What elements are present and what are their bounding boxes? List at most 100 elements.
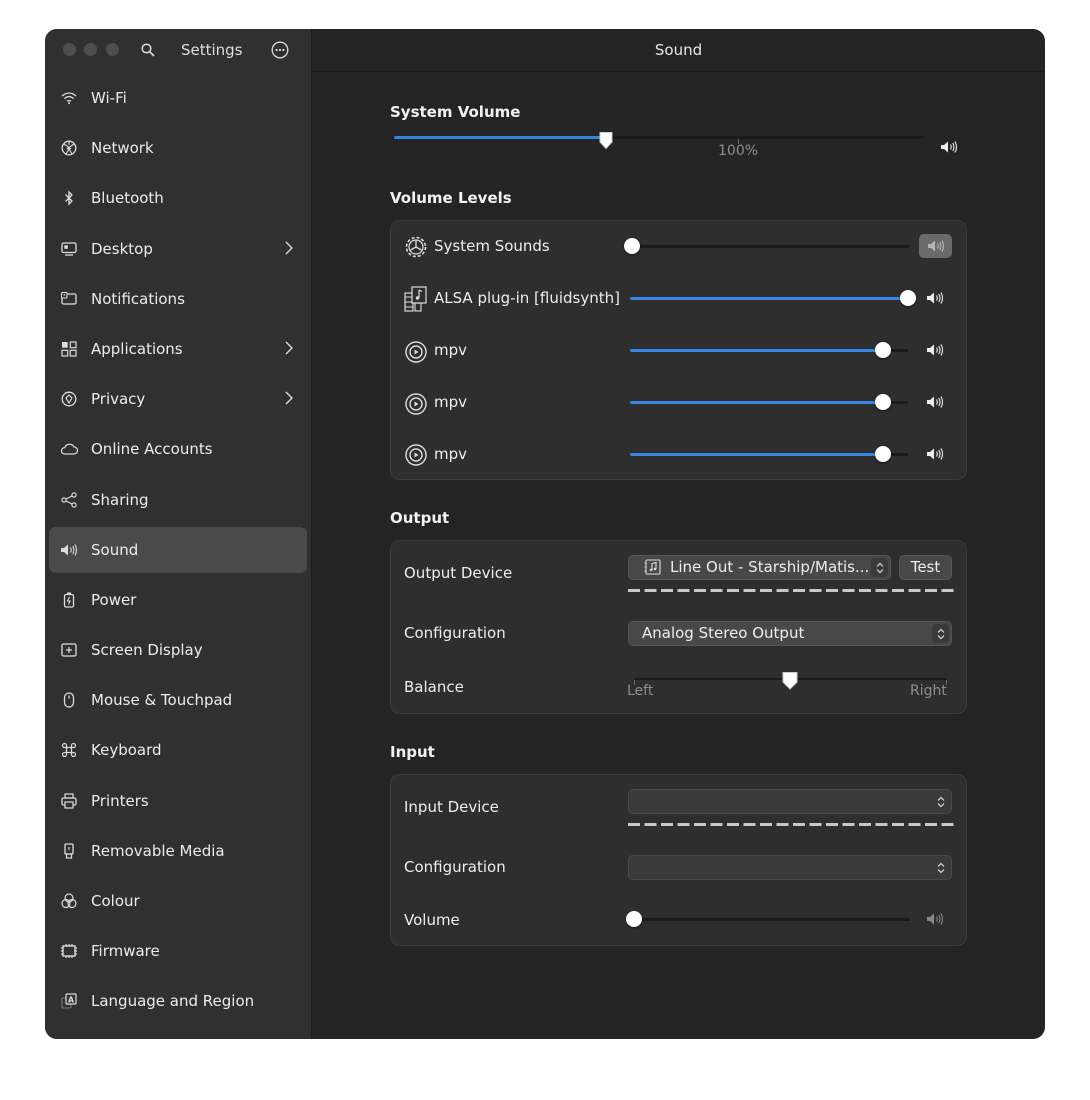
stream-volume-slider[interactable] (624, 238, 910, 254)
stream-volume-fill (630, 349, 883, 352)
test-output-button[interactable]: Test (899, 555, 952, 580)
sidebar-item-privacy[interactable]: Privacy (49, 376, 307, 422)
sidebar-item-label: Online Accounts (91, 440, 213, 459)
output-configuration-select[interactable]: Analog Stereo Output (628, 621, 952, 646)
input-level-meter (628, 823, 954, 826)
stream-volume-knob[interactable] (624, 238, 640, 254)
sidebar-item-label: Firmware (91, 942, 160, 961)
sidebar-item-colour[interactable]: Colour (49, 878, 307, 924)
stream-row: ALSA plug-in [fluidsynth] (391, 273, 966, 325)
sidebar-item-removable-media[interactable]: Removable Media (49, 828, 307, 874)
stream-volume-fill (630, 401, 883, 404)
sidebar-item-power[interactable]: Power (49, 577, 307, 623)
input-device-select[interactable] (628, 789, 952, 814)
sidebar-item-notifications[interactable]: Notifications (49, 276, 307, 322)
sidebar-item-mouse-touchpad[interactable]: Mouse & Touchpad (49, 677, 307, 723)
sidebar: Settings Wi-Fi Network Bluetooth Desktop (45, 29, 312, 1039)
sidebar-item-label: Power (91, 590, 137, 609)
wifi-icon (58, 87, 80, 109)
header-bar: Sound (312, 29, 1045, 72)
privacy-icon (58, 388, 80, 410)
sidebar-item-label: Mouse & Touchpad (91, 691, 233, 710)
input-speaker-icon[interactable] (925, 911, 945, 927)
input-card: Input Device Configuration Volume (390, 774, 967, 946)
stream-volume-knob[interactable] (900, 290, 916, 306)
speaker-icon (58, 539, 80, 561)
search-icon[interactable] (138, 40, 158, 60)
system-volume-slider[interactable] (394, 136, 924, 139)
stream-volume-slider[interactable] (630, 290, 916, 306)
maximize-window-button[interactable] (106, 43, 119, 56)
input-configuration-select[interactable] (628, 855, 952, 880)
sidebar-item-online-accounts[interactable]: Online Accounts (49, 426, 307, 472)
notifications-icon (58, 288, 80, 310)
close-window-button[interactable] (63, 43, 76, 56)
multimedia-icon (404, 286, 428, 312)
network-icon (58, 137, 80, 159)
input-configuration-label: Configuration (404, 858, 506, 876)
stream-volume-slider[interactable] (630, 342, 908, 358)
stream-volume-knob[interactable] (874, 446, 891, 462)
stream-name: mpv (434, 341, 468, 359)
sidebar-item-label: Bluetooth (91, 189, 164, 208)
sidebar-item-applications[interactable]: Applications (49, 326, 307, 372)
minimize-window-button[interactable] (84, 43, 97, 56)
select-arrows-icon (871, 558, 888, 577)
stream-volume-fill (630, 297, 908, 300)
sidebar-item-wifi[interactable]: Wi-Fi (49, 75, 307, 121)
sidebar-item-label: Notifications (91, 289, 185, 308)
sidebar-item-desktop[interactable]: Desktop (49, 226, 307, 272)
keyboard-icon (58, 739, 80, 761)
output-device-select[interactable]: Line Out - Starship/Matis... (628, 555, 891, 580)
input-volume-knob[interactable] (626, 911, 642, 927)
mpv-icon (405, 444, 427, 466)
sidebar-item-language-region[interactable]: A Language and Region (49, 978, 307, 1024)
sidebar-item-sound[interactable]: Sound (49, 526, 307, 573)
stream-volume-slider[interactable] (630, 446, 908, 462)
speaker-icon[interactable] (925, 394, 945, 410)
sidebar-item-screen-display[interactable]: Screen Display (49, 627, 307, 673)
system-volume-handle[interactable] (598, 131, 614, 150)
speaker-icon[interactable] (925, 446, 945, 462)
sidebar-item-network[interactable]: Network (49, 125, 307, 171)
power-icon (58, 589, 80, 611)
output-card: Output Device Line Out - Starship/Matis.… (390, 540, 967, 714)
stream-name: ALSA plug-in [fluidsynth] (434, 289, 620, 307)
sidebar-item-label: Sharing (91, 490, 149, 509)
mute-toggle-button[interactable] (919, 234, 952, 258)
output-level-meter (628, 589, 954, 592)
input-title: Input (390, 743, 435, 761)
sidebar-item-keyboard[interactable]: Keyboard (49, 727, 307, 773)
more-options-icon[interactable] (270, 40, 290, 60)
stream-volume-slider[interactable] (630, 394, 908, 410)
system-volume-title: System Volume (390, 103, 521, 121)
input-device-label: Input Device (404, 798, 499, 816)
sound-page: Sound System Volume 100% Volume Levels S… (312, 29, 1045, 1039)
sidebar-item-bluetooth[interactable]: Bluetooth (49, 175, 307, 221)
sharing-icon (58, 489, 80, 511)
speaker-icon[interactable] (925, 342, 945, 358)
stream-volume-knob[interactable] (874, 342, 891, 358)
sidebar-item-label: Colour (91, 892, 140, 910)
display-icon (58, 639, 80, 661)
chevron-right-icon (285, 241, 293, 259)
sidebar-item-firmware[interactable]: Firmware (49, 928, 307, 974)
sidebar-item-printers[interactable]: Printers (49, 778, 307, 824)
output-device-label: Output Device (404, 564, 513, 582)
system-volume-speaker-icon[interactable] (939, 139, 959, 155)
sidebar-item-sharing[interactable]: Sharing (49, 477, 307, 523)
input-volume-slider[interactable] (626, 911, 910, 927)
sidebar-header: Settings (45, 29, 311, 71)
colour-icon (58, 890, 80, 912)
mouse-icon (58, 689, 80, 711)
desktop-icon (58, 238, 80, 260)
balance-label: Balance (404, 678, 464, 696)
speaker-icon[interactable] (925, 290, 945, 306)
sidebar-item-label: Printers (91, 791, 149, 810)
output-configuration-value: Analog Stereo Output (642, 624, 805, 642)
balance-handle[interactable] (781, 671, 799, 691)
stream-volume-knob[interactable] (874, 394, 891, 410)
sidebar-item-label: Language and Region (91, 992, 255, 1011)
sidebar-item-label: Desktop (91, 239, 153, 258)
removable-media-icon (58, 840, 80, 862)
